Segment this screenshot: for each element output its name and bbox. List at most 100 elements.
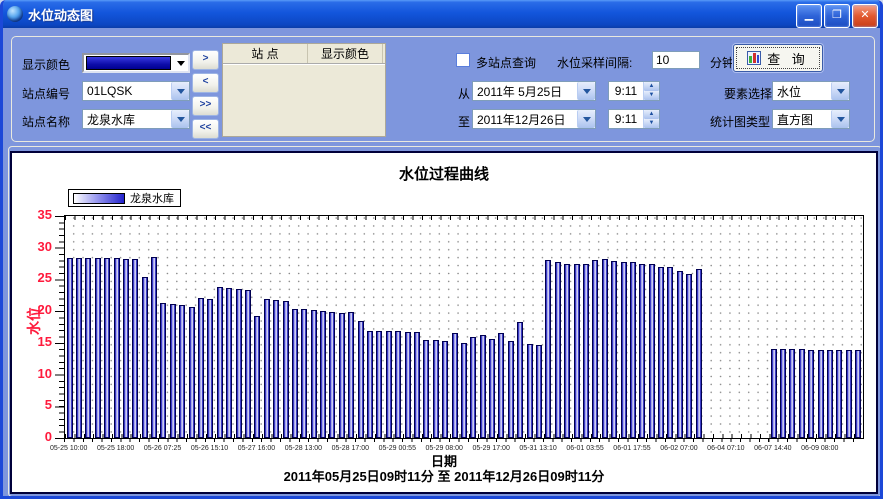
plot-area bbox=[64, 215, 864, 439]
x-tick-label: 06-02 07:00 bbox=[660, 445, 697, 452]
bar bbox=[630, 262, 636, 438]
x-tick-label: 05-29 17:00 bbox=[472, 445, 509, 452]
chevron-down-icon[interactable] bbox=[831, 82, 849, 100]
chart-type-combobox[interactable]: 直方图 bbox=[772, 109, 850, 129]
bar bbox=[442, 341, 448, 438]
chart-panel: 水位过程曲线 龙泉水库 水位 日期 2011年05月25日09时11分 至 20… bbox=[10, 151, 878, 494]
bar bbox=[254, 316, 260, 438]
bar bbox=[142, 277, 148, 438]
x-tick-label: 06-07 14:40 bbox=[754, 445, 791, 452]
to-time-spinner[interactable]: 9:11 ▲▼ bbox=[608, 109, 660, 129]
query-button[interactable]: 查 询 bbox=[733, 44, 823, 72]
bar bbox=[207, 299, 213, 438]
bar bbox=[527, 344, 533, 438]
move-left-button[interactable]: < bbox=[192, 73, 219, 93]
from-time-value: 9:11 bbox=[609, 84, 643, 98]
move-right-button[interactable]: > bbox=[192, 50, 219, 70]
chevron-down-icon[interactable] bbox=[831, 110, 849, 128]
element-value: 水位 bbox=[773, 83, 831, 100]
bar bbox=[85, 258, 91, 438]
interval-input[interactable] bbox=[652, 51, 700, 69]
bar bbox=[789, 349, 795, 438]
chevron-down-icon[interactable] bbox=[171, 110, 189, 128]
bar bbox=[771, 349, 777, 438]
bar bbox=[818, 350, 824, 438]
bar bbox=[320, 311, 326, 438]
app-globe-icon bbox=[7, 6, 23, 22]
station-list-table: 站 点 显示颜色 bbox=[222, 43, 386, 137]
legend-label: 龙泉水库 bbox=[130, 190, 174, 206]
bar bbox=[480, 335, 486, 438]
interval-label: 水位采样间隔: bbox=[557, 54, 632, 71]
bar bbox=[621, 262, 627, 438]
spin-up-icon[interactable]: ▲ bbox=[644, 110, 659, 119]
element-combobox[interactable]: 水位 bbox=[772, 81, 850, 101]
bar bbox=[461, 343, 467, 438]
x-axis-outer-ticks bbox=[64, 439, 862, 442]
bar bbox=[67, 258, 73, 438]
spin-up-icon[interactable]: ▲ bbox=[644, 82, 659, 91]
chevron-down-icon[interactable] bbox=[171, 82, 189, 100]
display-color-combobox[interactable] bbox=[82, 53, 190, 73]
from-time-spinner[interactable]: 9:11 ▲▼ bbox=[608, 81, 660, 101]
x-tick-label: 05-26 15:10 bbox=[191, 445, 228, 452]
bar bbox=[508, 341, 514, 438]
toolbar-groupbox: 显示颜色 站点编号 01LQSK 站点名称 龙泉水库 > < >> << 站 点… bbox=[11, 36, 875, 142]
bar bbox=[667, 267, 673, 438]
move-all-left-button[interactable]: << bbox=[192, 119, 219, 139]
y-tick-label: 25 bbox=[14, 270, 52, 285]
x-tick-label: 05-27 16:00 bbox=[238, 445, 275, 452]
move-all-right-button[interactable]: >> bbox=[192, 96, 219, 116]
maximize-button[interactable]: ❐ bbox=[824, 4, 850, 28]
table-header-row: 站 点 显示颜色 bbox=[223, 44, 385, 65]
chart-groupbox: 水位过程曲线 龙泉水库 水位 日期 2011年05月25日09时11分 至 20… bbox=[8, 146, 882, 497]
y-tick-label: 35 bbox=[14, 207, 52, 222]
bar bbox=[611, 261, 617, 438]
bar bbox=[846, 350, 852, 438]
multi-station-checkbox[interactable] bbox=[456, 53, 470, 67]
x-tick-label: 05-25 10:00 bbox=[50, 445, 87, 452]
focus-rectangle bbox=[736, 47, 820, 69]
element-select-label: 要素选择 bbox=[724, 85, 772, 102]
station-name-combobox[interactable]: 龙泉水库 bbox=[82, 109, 190, 129]
bar bbox=[170, 304, 176, 438]
bar bbox=[780, 349, 786, 438]
minimize-button[interactable]: ▁ bbox=[796, 4, 822, 28]
to-date-picker[interactable]: 2011年12月26日 bbox=[472, 109, 596, 129]
bar bbox=[452, 333, 458, 438]
bar bbox=[114, 258, 120, 438]
column-header-station[interactable]: 站 点 bbox=[223, 44, 308, 63]
bar bbox=[686, 274, 692, 438]
chart-type-value: 直方图 bbox=[773, 111, 831, 128]
y-tick-label: 30 bbox=[14, 239, 52, 254]
bar bbox=[498, 333, 504, 438]
station-code-combobox[interactable]: 01LQSK bbox=[82, 81, 190, 101]
x-tick-label: 06-09 08:00 bbox=[801, 445, 838, 452]
chevron-down-icon[interactable] bbox=[173, 56, 188, 70]
display-color-label: 显示颜色 bbox=[22, 56, 70, 73]
title-bar[interactable]: 水位动态图 ▁ ❐ ✕ bbox=[0, 0, 883, 28]
column-header-color[interactable]: 显示颜色 bbox=[308, 44, 383, 63]
bar bbox=[470, 337, 476, 438]
bar bbox=[339, 313, 345, 438]
bar bbox=[433, 340, 439, 438]
bar bbox=[583, 264, 589, 438]
bar bbox=[827, 350, 833, 438]
chevron-down-icon[interactable] bbox=[577, 82, 595, 100]
bar bbox=[639, 264, 645, 438]
bar bbox=[76, 258, 82, 438]
bar bbox=[799, 349, 805, 438]
close-button[interactable]: ✕ bbox=[852, 4, 878, 28]
bar bbox=[555, 262, 561, 438]
from-date-picker[interactable]: 2011年 5月25日 bbox=[472, 81, 596, 101]
spin-down-icon[interactable]: ▼ bbox=[644, 91, 659, 100]
bar bbox=[395, 331, 401, 438]
x-tick-label: 05-26 07:25 bbox=[144, 445, 181, 452]
chevron-down-icon[interactable] bbox=[577, 110, 595, 128]
spin-down-icon[interactable]: ▼ bbox=[644, 119, 659, 128]
x-tick-label: 05-28 13:00 bbox=[285, 445, 322, 452]
bar bbox=[198, 298, 204, 438]
color-swatch bbox=[86, 56, 171, 70]
x-tick-label: 05-29 08:00 bbox=[426, 445, 463, 452]
bar bbox=[376, 331, 382, 438]
